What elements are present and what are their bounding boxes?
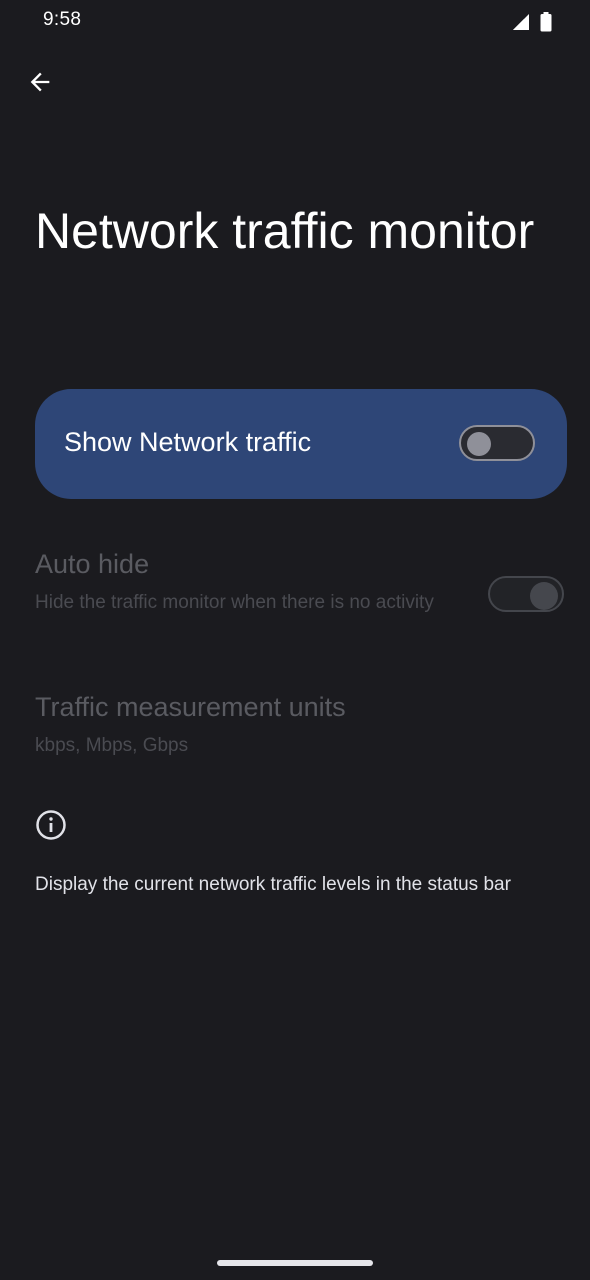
info-icon xyxy=(35,809,67,841)
auto-hide-summary: Hide the traffic monitor when there is n… xyxy=(35,592,434,613)
traffic-units-title: Traffic measurement units xyxy=(35,692,346,722)
show-network-traffic-label: Show Network traffic xyxy=(64,427,312,457)
toggle-thumb xyxy=(530,582,558,610)
show-network-traffic-toggle[interactable] xyxy=(459,425,535,461)
gesture-nav-handle[interactable] xyxy=(217,1260,373,1266)
status-bar: 9:58 xyxy=(0,0,590,44)
page-title: Network traffic monitor xyxy=(35,203,535,259)
signal-icon xyxy=(512,13,530,36)
auto-hide-toggle xyxy=(488,576,564,612)
toggle-thumb xyxy=(467,432,491,456)
status-time: 9:58 xyxy=(43,9,82,30)
battery-icon xyxy=(540,12,552,37)
footer-description: Display the current network traffic leve… xyxy=(35,874,511,895)
show-network-traffic-switch-bar[interactable]: Show Network traffic xyxy=(35,389,567,499)
status-icons xyxy=(512,12,552,37)
back-button[interactable] xyxy=(20,64,60,104)
auto-hide-title: Auto hide xyxy=(35,549,150,579)
arrow-back-icon xyxy=(26,68,54,101)
traffic-units-summary: kbps, Mbps, Gbps xyxy=(35,735,189,756)
